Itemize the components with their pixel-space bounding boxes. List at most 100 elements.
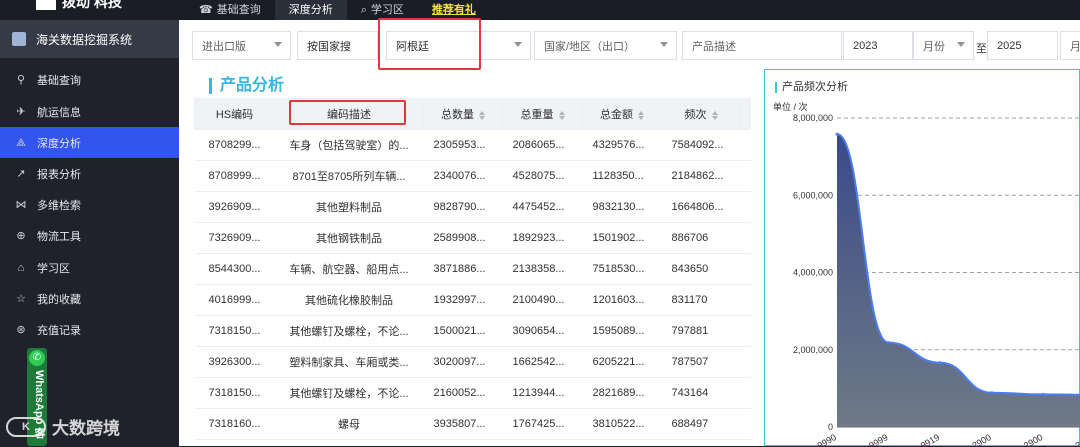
table-cell: 831170 bbox=[661, 284, 741, 316]
col-total-amount[interactable]: 总金额 bbox=[582, 98, 662, 130]
table-cell: 688497 bbox=[661, 408, 741, 440]
table-row[interactable]: 8544300... 车辆、航空器、船用点... 3871886... 2138358… bbox=[194, 253, 751, 285]
chart-icon: ↗ bbox=[16, 167, 26, 180]
top-nav-basic-query[interactable]: ☎ 基础查询 bbox=[185, 0, 275, 20]
year-to-input[interactable]: 2025 bbox=[987, 31, 1058, 60]
graduation-icon: ⌂ bbox=[17, 261, 25, 274]
table-cell: 其他硫化橡胶制品 bbox=[274, 284, 424, 316]
table-cell: 3935807... bbox=[423, 408, 503, 440]
table-cell: 2340076... bbox=[423, 160, 503, 192]
top-nav-learning[interactable]: ⌕ 学习区 bbox=[347, 0, 418, 20]
phone-icon: ☎ bbox=[199, 4, 213, 16]
table-cell: 743164 bbox=[661, 377, 741, 409]
product-table: HS编码 编码描述 总数量 总重量 总金额 频次 8708299... 车身（包括… bbox=[194, 98, 751, 440]
table-cell: 7326909... bbox=[194, 222, 275, 254]
table-row[interactable]: 4016999... 其他硫化橡胶制品 1932997... 2100490... 12… bbox=[194, 284, 751, 316]
top-nav: ☎ 基础查询 深度分析 ⌕ 学习区 推荐有礼 bbox=[185, 0, 490, 20]
table-cell-extra bbox=[740, 284, 751, 316]
x-tick-label: 9919 bbox=[919, 432, 941, 447]
data-point bbox=[887, 341, 891, 345]
month-from-select[interactable]: 月份 bbox=[913, 31, 974, 60]
y-tick-label: 6,000,000 bbox=[793, 190, 833, 200]
table-cell-extra bbox=[740, 191, 751, 223]
product-desc-input[interactable]: 产品描述 bbox=[682, 31, 842, 60]
table-cell: 8544300... bbox=[194, 253, 275, 285]
frequency-chart: 产品频次分析 单位 / 次 0 2,000,000 4,000,000 6,000,0… bbox=[764, 69, 1080, 447]
sidebar-item-recharge[interactable]: ⊛ 充值记录 bbox=[0, 314, 179, 345]
table-row[interactable]: 7326909... 其他钢铁制品 2589908... 1892923... 1501… bbox=[194, 222, 751, 254]
table-row[interactable]: 7318160... 螺母 3935807... 1767425... 3810522.… bbox=[194, 408, 751, 440]
table-cell: 843650 bbox=[661, 253, 741, 285]
top-nav-deep-analysis[interactable]: 深度分析 bbox=[274, 0, 347, 20]
top-nav-referral[interactable]: 推荐有礼 bbox=[418, 0, 490, 20]
sort-icon[interactable] bbox=[558, 110, 565, 120]
chevron-down-icon bbox=[660, 42, 668, 47]
x-tick-label: 2900 bbox=[970, 432, 992, 447]
sort-icon[interactable] bbox=[479, 110, 485, 120]
highlight-box-description bbox=[289, 100, 406, 125]
table-cell: 2086065... bbox=[502, 129, 583, 161]
table-cell: 7584092... bbox=[661, 129, 741, 161]
table-row[interactable]: 3926300... 塑料制家具、车厢或类... 3020097... 1662542… bbox=[194, 346, 751, 378]
col-frequency[interactable]: 频次 bbox=[661, 98, 741, 130]
table-cell-extra bbox=[740, 129, 751, 161]
data-point bbox=[990, 391, 994, 395]
col-total-weight[interactable]: 总重量 bbox=[502, 98, 583, 130]
table-cell: 1767425... bbox=[502, 408, 583, 440]
table-row[interactable]: 7318150... 其他螺钉及螺栓，不论... 1500021... 3090654… bbox=[194, 315, 751, 347]
sidebar-item-shipping[interactable]: ✈ 航运信息 bbox=[0, 96, 179, 127]
highlight-box-country bbox=[378, 18, 481, 70]
sidebar-item-favorites[interactable]: ☆ 我的收藏 bbox=[0, 283, 179, 314]
chevron-down-icon bbox=[514, 42, 522, 47]
sidebar-item-multi-search[interactable]: ⋈ 多维检索 bbox=[0, 189, 179, 220]
table-cell: 2305953... bbox=[423, 129, 503, 161]
sidebar-item-logistics[interactable]: ⊕ 物流工具 bbox=[0, 220, 179, 251]
table-row[interactable]: 7318150... 其他螺钉及螺栓，不论... 2160052... 1213944… bbox=[194, 377, 751, 409]
col-total-qty[interactable]: 总数量 bbox=[423, 98, 503, 130]
table-cell-extra bbox=[740, 315, 751, 347]
whatsapp-icon: ✆ bbox=[29, 350, 45, 366]
sidebar-item-deep-analysis[interactable]: ⟁ 深度分析 bbox=[0, 127, 179, 158]
table-cell: 4329576... bbox=[582, 129, 662, 161]
sidebar-item-report[interactable]: ↗ 报表分析 bbox=[0, 158, 179, 189]
table-cell-extra bbox=[740, 222, 751, 254]
table-cell: 9832130... bbox=[582, 191, 662, 223]
table-row[interactable]: 8708299... 车身（包括驾驶室）的... 2305953... 2086065… bbox=[194, 129, 751, 161]
x-tick-label: 2900 bbox=[1074, 432, 1080, 447]
table-cell: 787507 bbox=[661, 346, 741, 378]
import-export-select[interactable]: 进出口版 bbox=[192, 31, 291, 60]
table-row[interactable]: 8708999... 8701至8705所列车辆... 2340076... 4528… bbox=[194, 160, 751, 192]
table-cell: 3810522... bbox=[582, 408, 662, 440]
table-cell: 其他钢铁制品 bbox=[274, 222, 424, 254]
filter-icon: ⋈ bbox=[15, 198, 27, 211]
table-cell: 1213944... bbox=[502, 377, 583, 409]
table-cell: 7318160... bbox=[194, 408, 275, 440]
table-cell: 8701至8705所列车辆... bbox=[274, 160, 424, 192]
table-cell: 塑料制家具、车厢或类... bbox=[274, 346, 424, 378]
table-cell-extra bbox=[740, 346, 751, 378]
y-tick-label: 4,000,000 bbox=[793, 268, 833, 278]
table-row[interactable]: 3926909... 其他塑料制品 9828790... 4475452... 9832… bbox=[194, 191, 751, 223]
x-tick-label: 9999 bbox=[867, 432, 889, 447]
sort-icon[interactable] bbox=[638, 110, 644, 120]
origin-country-select[interactable]: 国家/地区（出口） bbox=[534, 31, 677, 60]
table-cell: 1892923... bbox=[502, 222, 583, 254]
globe-icon: ⊕ bbox=[16, 229, 26, 242]
sidebar-item-basic-query[interactable]: ⚲ 基础查询 bbox=[0, 64, 179, 95]
year-from-input[interactable]: 2023 bbox=[843, 31, 913, 60]
system-title: 海关数据挖掘系统 bbox=[0, 20, 179, 58]
col-extra bbox=[740, 98, 751, 130]
table-cell-extra bbox=[740, 253, 751, 285]
sidebar-item-learning[interactable]: ⌂ 学习区 bbox=[0, 252, 179, 283]
table-cell: 4475452... bbox=[502, 191, 583, 223]
analysis-icon: ⟁ bbox=[16, 136, 26, 149]
cube-icon bbox=[12, 32, 26, 46]
table-cell: 3926300... bbox=[194, 346, 275, 378]
table-cell: 1664806... bbox=[661, 191, 741, 223]
star-icon: ☆ bbox=[16, 292, 26, 305]
table-cell: 2138358... bbox=[502, 253, 583, 285]
sort-icon[interactable] bbox=[711, 110, 718, 120]
table-cell: 3020097... bbox=[423, 346, 503, 378]
search-by-select[interactable]: 按国家搜 bbox=[297, 31, 378, 60]
month-to-select[interactable]: 月份 bbox=[1060, 31, 1080, 60]
